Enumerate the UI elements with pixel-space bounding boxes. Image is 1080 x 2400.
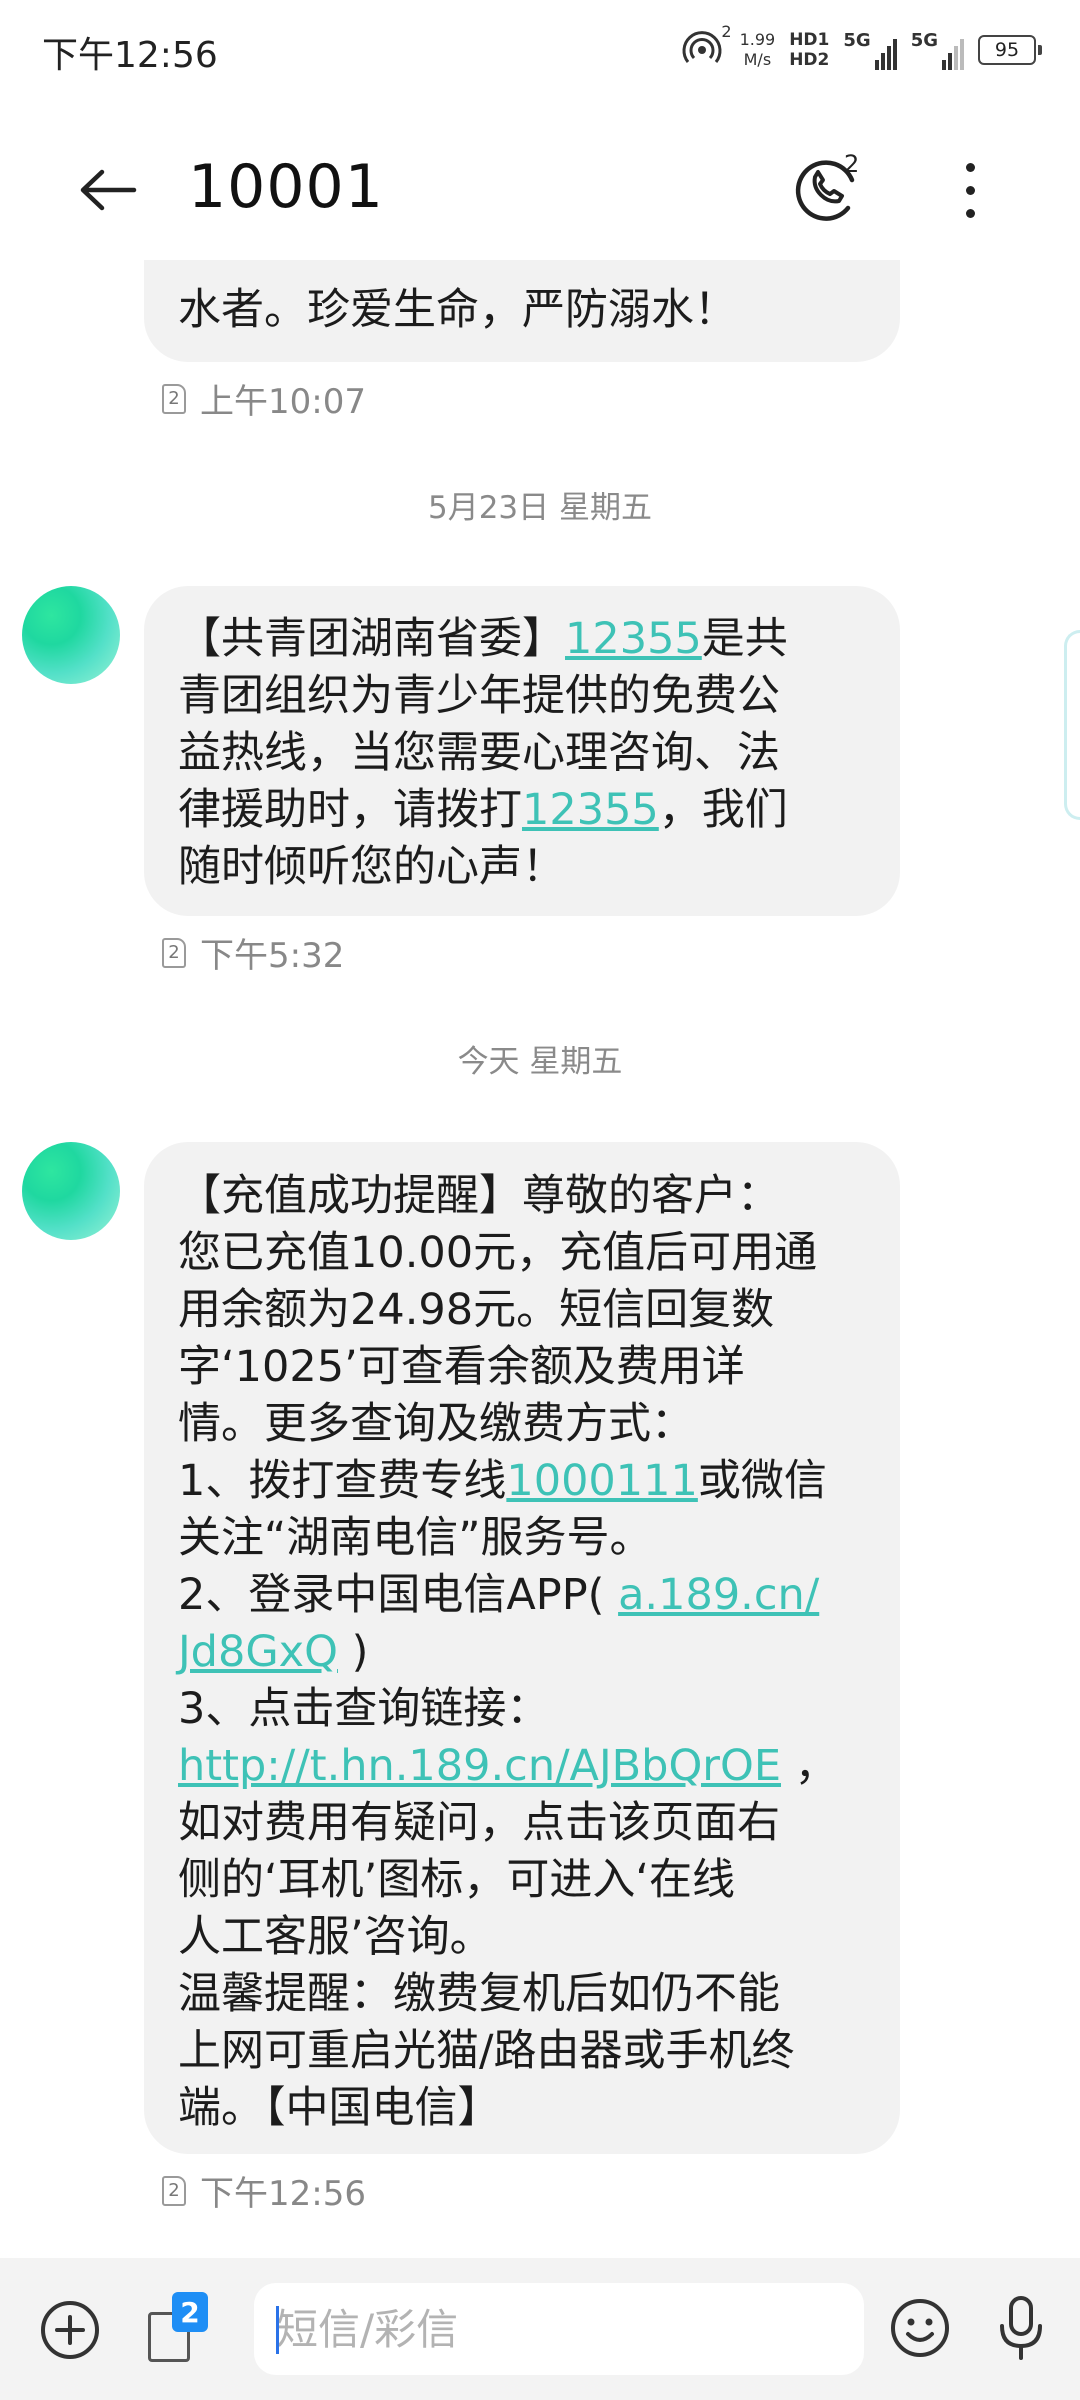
message-bubble-2[interactable]: 【充值成功提醒】尊敬的客户： 您已充值10.00元，充值后可用通 用余额为24.98… [144,1142,900,2154]
side-panel-handle[interactable] [1064,630,1080,820]
more-dot-icon [965,185,975,195]
message-meta: 2 下午12:56 [162,2166,366,2215]
message-meta: 2 下午5:32 [162,928,344,977]
message-link[interactable]: http://t.hn.189.cn/AJBbQrOE [178,1741,781,1791]
compose-bar: 2 [0,2258,1080,2400]
message-line: 如对费用有疑问，点击该页面右 [178,1798,780,1848]
signal-sim1-icon: 5G [843,30,897,70]
speed-unit: M/s [743,50,772,69]
message-text-segment: 【共青团湖南省委】 [178,614,565,664]
message-link[interactable]: 1000111 [506,1456,698,1506]
message-line: 3、点击查询链接： [178,1684,550,1734]
message-meta: 2 上午10:07 [162,374,366,423]
sim-card-icon: 2 [162,937,186,968]
message-line: 侧的‘耳机’图标，可进入‘在线 [178,1855,736,1905]
message-line: 字‘1025’可查看余额及费用详 [178,1342,745,1392]
message-line: 水者。珍爱生命，严防溺水！ [178,285,737,335]
voice-input-button[interactable] [996,2292,1046,2364]
sim-badge: 2 [172,2292,208,2332]
message-text-segment: ) [337,1627,369,1677]
sig1-label: 5G [843,30,871,51]
message-text: 【共青团湖南省委】12355是共 青团组织为青少年提供的免费公 益热线，当您需要心理… [178,611,870,896]
message-text-segment: 律援助时，请拨打 [178,785,522,835]
battery-level: 95 [994,39,1020,61]
message-time: 下午12:56 [200,2174,366,2214]
message-bubble-1[interactable]: 【共青团湖南省委】12355是共 青团组织为青少年提供的免费公 益热线，当您需要心理… [144,586,900,916]
microphone-icon [1000,2296,1042,2360]
message-line: 关注“湖南电信”服务号。 [178,1513,653,1563]
arrow-left-icon [80,169,137,211]
smiley-icon [891,2299,949,2357]
message-line: 青团组织为青少年提供的免费公 [178,671,780,721]
message-line: 律援助时，请拨打12355，我们 [178,782,870,839]
contact-title: 10001 [188,152,384,222]
message-text-segment: 2、登录中国电信APP( [178,1570,619,1620]
message-line: 您已充值10.00元，充值后可用通 [178,1228,818,1278]
status-icons: 2 1.99 M/s HD1 HD2 5G 5G 95 [682,22,1042,76]
more-dot-icon [965,208,975,218]
message-input[interactable] [254,2283,864,2375]
message-line: http://t.hn.189.cn/AJBbQrOE ， [178,1738,880,1795]
message-line: 益热线，当您需要心理咨询、法 [178,728,780,778]
message-line: 温馨提醒：缴费复机后如仍不能 [178,1969,780,2019]
message-text-segment: 或微信 [697,1456,827,1506]
wifi-hotspot-icon: 2 [682,22,732,74]
wifi-sub-label: 2 [721,22,732,41]
message-line: 【充值成功提醒】尊敬的客户： [178,1171,780,1221]
message-line: 2、登录中国电信APP( a.189.cn/ [178,1567,880,1624]
message-line: 【共青团湖南省委】12355是共 [178,611,870,668]
speed-value: 1.99 [739,30,776,49]
message-text-segment: ， [781,1741,838,1791]
message-text-segment: 1、拨打查费专线 [178,1456,507,1506]
sim-card-icon: 2 [162,2175,186,2206]
text-cursor [276,2306,279,2354]
sim-switch-button[interactable]: 2 [148,2292,214,2366]
status-time: 下午12:56 [42,35,218,76]
back-button[interactable] [70,150,146,230]
add-attachment-button[interactable] [38,2298,102,2362]
plus-circle-icon [41,2301,99,2359]
call-button[interactable]: 2 [790,150,866,230]
message-line: 人工客服’咨询。 [178,1912,493,1962]
message-line: 上网可重启光猫/路由器或手机终 [178,2026,795,2076]
message-line: 情。更多查询及缴费方式： [178,1399,694,1449]
message-line: 1、拨打查费专线1000111或微信 [178,1453,880,1510]
message-link[interactable]: 12355 [565,614,702,664]
emoji-button[interactable] [888,2296,952,2360]
message-text-segment: ，我们 [658,785,788,835]
sim-number: 2 [168,387,180,409]
message-text: 【充值成功提醒】尊敬的客户： 您已充值10.00元，充值后可用通 用余额为24.98… [178,1168,880,2137]
message-line: 端。【中国电信】 [178,2083,501,2133]
message-time: 下午5:32 [200,936,345,976]
message-bubble-0[interactable]: 水者。珍爱生命，严防溺水！ [144,260,900,362]
more-options-button[interactable] [940,150,1000,230]
message-link[interactable]: 12355 [522,785,659,835]
message-line: 用余额为24.98元。短信回复数 [178,1285,775,1335]
message-text-segment: 是共 [701,614,788,664]
date-separator: 5月23日 星期五 [427,490,653,526]
sig2-label: 5G [910,30,938,51]
message-time: 上午10:07 [200,382,366,422]
message-line: Jd8GxQ ) [178,1624,880,1681]
status-bar: 下午12:56 2 1.99 M/s HD1 HD2 5G 5G 95 [0,0,1080,100]
sim-card-icon: 2 [162,383,186,414]
date-separator: 今天 星期五 [457,1044,623,1080]
sim-number: 2 [168,941,180,963]
battery-icon: 95 [978,35,1042,65]
more-dot-icon [965,162,975,172]
hd-voice-icon: HD1 HD2 [789,30,829,70]
call-sim-badge: 2 [844,150,860,178]
network-speed: 1.99 M/s [740,30,776,70]
avatar[interactable] [22,586,120,684]
message-text: 水者。珍爱生命，严防溺水！ [178,282,866,339]
message-line: 随时倾听您的心声！ [178,842,565,892]
sim-number: 2 [168,2179,180,2201]
message-link[interactable]: a.189.cn/ [618,1570,819,1620]
conversation-header: 10001 2 [0,100,1080,280]
hd1-label: HD1 [789,30,830,50]
message-link[interactable]: Jd8GxQ [178,1627,338,1677]
hd2-label: HD2 [789,50,830,70]
avatar[interactable] [22,1142,120,1240]
signal-sim2-icon: 5G [911,30,964,70]
